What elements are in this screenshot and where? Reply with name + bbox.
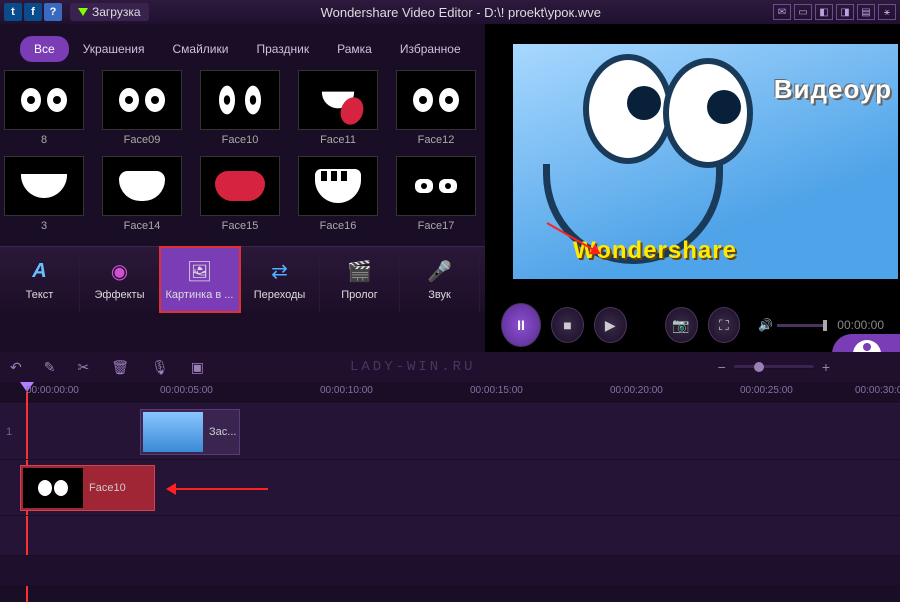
zoom-out-icon[interactable]: − [718, 359, 726, 375]
tool-sound[interactable]: 🎤Звук [400, 247, 480, 312]
clip-label: Зас... [209, 426, 236, 438]
tool-tabs: AТекст ◉Эффекты 🖼Картинка в ... ⇄Переход… [0, 246, 485, 312]
cat-all[interactable]: Все [20, 36, 69, 62]
cat-holiday[interactable]: Праздник [242, 36, 323, 62]
category-tabs: Все Украшения Смайлики Праздник Рамка Из… [0, 30, 485, 62]
thumb-face17[interactable]: Face17 [396, 156, 476, 232]
sound-icon: 🎤 [425, 259, 455, 285]
pip-icon: 🖼 [185, 259, 215, 285]
ruler-tick: 00:00:15:00 [470, 385, 523, 396]
watermark-text: LADY-WIN.RU [350, 359, 475, 375]
cut-icon[interactable]: ✂ [77, 359, 89, 376]
ruler-tick: 00:00:10:00 [320, 385, 373, 396]
clip-label: Face10 [89, 482, 126, 494]
cat-frame[interactable]: Рамка [323, 36, 386, 62]
crop-icon[interactable]: ▣ [191, 359, 204, 376]
volume-control[interactable]: 🔊 [758, 318, 827, 332]
tool-transitions[interactable]: ⇄Переходы [240, 247, 320, 312]
titlebar: t f ? Загрузка Wondershare Video Editor … [0, 0, 900, 24]
preview-video[interactable]: Видеоур Wondershare [513, 44, 898, 279]
social-facebook[interactable]: f [24, 3, 42, 21]
clip-thumbnail [23, 468, 83, 508]
clip-pip-face10[interactable]: Face10 [20, 465, 155, 511]
volume-icon: 🔊 [758, 318, 773, 332]
thumb-face08[interactable]: 8 [4, 70, 84, 146]
ruler-tick: 00:00:05:00 [160, 385, 213, 396]
play-button[interactable]: ▶ [594, 307, 627, 343]
thumb-face16[interactable]: Face16 [298, 156, 378, 232]
intro-icon: 🎬 [345, 259, 375, 285]
stop-button[interactable]: ■ [551, 307, 584, 343]
tool-text[interactable]: AТекст [0, 247, 80, 312]
preview-panel: Видеоур Wondershare II ■ ▶ 📷 ⛶ 🔊 00:00:0… [485, 24, 900, 352]
tool-effects[interactable]: ◉Эффекты [80, 247, 160, 312]
clip-video[interactable]: Зас... [140, 409, 240, 455]
win-icon-3[interactable]: ◧ [815, 4, 833, 20]
win-icon-4[interactable]: ◨ [836, 4, 854, 20]
thumbnail-grid: 8 Face09 Face10 Face11 Face12 3 Face14 F… [0, 62, 485, 246]
win-icon-6[interactable]: ⚹ [878, 4, 896, 20]
ruler-tick: 00:00:00:00 [26, 385, 79, 396]
download-arrow-icon [78, 8, 88, 16]
social-twitter[interactable]: t [4, 3, 22, 21]
zoom-in-icon[interactable]: + [822, 359, 830, 375]
track-2[interactable]: Face10 [0, 460, 900, 516]
clip-thumbnail [143, 412, 203, 452]
thumb-face14[interactable]: Face14 [102, 156, 182, 232]
timeline-toolbar: ↶ ✎ ✂ 🗑 🎙 ▣ LADY-WIN.RU − + [0, 352, 900, 382]
cat-fav[interactable]: Избранное [386, 36, 475, 62]
track-3[interactable] [0, 516, 900, 556]
tool-pip[interactable]: 🖼Картинка в ... [160, 247, 240, 312]
thumb-face15[interactable]: Face15 [200, 156, 280, 232]
zoom-control[interactable]: − + [718, 359, 830, 375]
window-icons: ✉ ▭ ◧ ◨ ▤ ⚹ [773, 4, 896, 20]
main-area: Все Украшения Смайлики Праздник Рамка Из… [0, 24, 900, 352]
text-icon: A [25, 259, 55, 285]
pause-button[interactable]: II [501, 303, 541, 347]
transitions-icon: ⇄ [265, 259, 295, 285]
win-icon-1[interactable]: ✉ [773, 4, 791, 20]
thumb-face12[interactable]: Face12 [396, 70, 476, 146]
timeline-ruler[interactable]: 00:00:00:00 00:00:05:00 00:00:10:00 00:0… [0, 382, 900, 404]
undo-icon[interactable]: ↶ [10, 359, 22, 376]
thumb-face11[interactable]: Face11 [298, 70, 378, 146]
track-1[interactable]: 1 Зас... [0, 404, 900, 460]
thumb-face09[interactable]: Face09 [102, 70, 182, 146]
tool-intro[interactable]: 🎬Пролог [320, 247, 400, 312]
thumb-face10[interactable]: Face10 [200, 70, 280, 146]
fullscreen-button[interactable]: ⛶ [708, 307, 741, 343]
timeline-tracks: 1 Зас... Face10 [0, 404, 900, 586]
ruler-tick: 00:00:25:00 [740, 385, 793, 396]
cat-decor[interactable]: Украшения [69, 36, 159, 62]
track-4[interactable] [0, 556, 900, 586]
download-button[interactable]: Загрузка [70, 3, 149, 21]
win-icon-2[interactable]: ▭ [794, 4, 812, 20]
library-panel: Все Украшения Смайлики Праздник Рамка Из… [0, 24, 485, 352]
timecode-display: 00:00:00 [837, 318, 884, 332]
ruler-tick: 00:00:30:0 [855, 385, 900, 396]
win-icon-5[interactable]: ▤ [857, 4, 875, 20]
annotation-arrow-timeline [168, 488, 268, 490]
window-title: Wondershare Video Editor - D:\! proekt\у… [149, 5, 773, 20]
snapshot-button[interactable]: 📷 [665, 307, 698, 343]
preview-overlay-text1: Видеоур [774, 74, 892, 105]
social-help[interactable]: ? [44, 3, 62, 21]
delete-icon[interactable]: 🗑 [111, 359, 129, 376]
ruler-tick: 00:00:20:00 [610, 385, 663, 396]
voiceover-icon[interactable]: 🎙 [151, 359, 169, 376]
download-label: Загрузка [92, 5, 141, 19]
track-number: 1 [0, 426, 18, 438]
effects-icon: ◉ [105, 259, 135, 285]
cat-smiles[interactable]: Смайлики [159, 36, 243, 62]
social-buttons: t f ? [4, 3, 62, 21]
thumb-face13[interactable]: 3 [4, 156, 84, 232]
zoom-slider[interactable] [734, 365, 814, 369]
edit-icon[interactable]: ✎ [44, 359, 56, 376]
